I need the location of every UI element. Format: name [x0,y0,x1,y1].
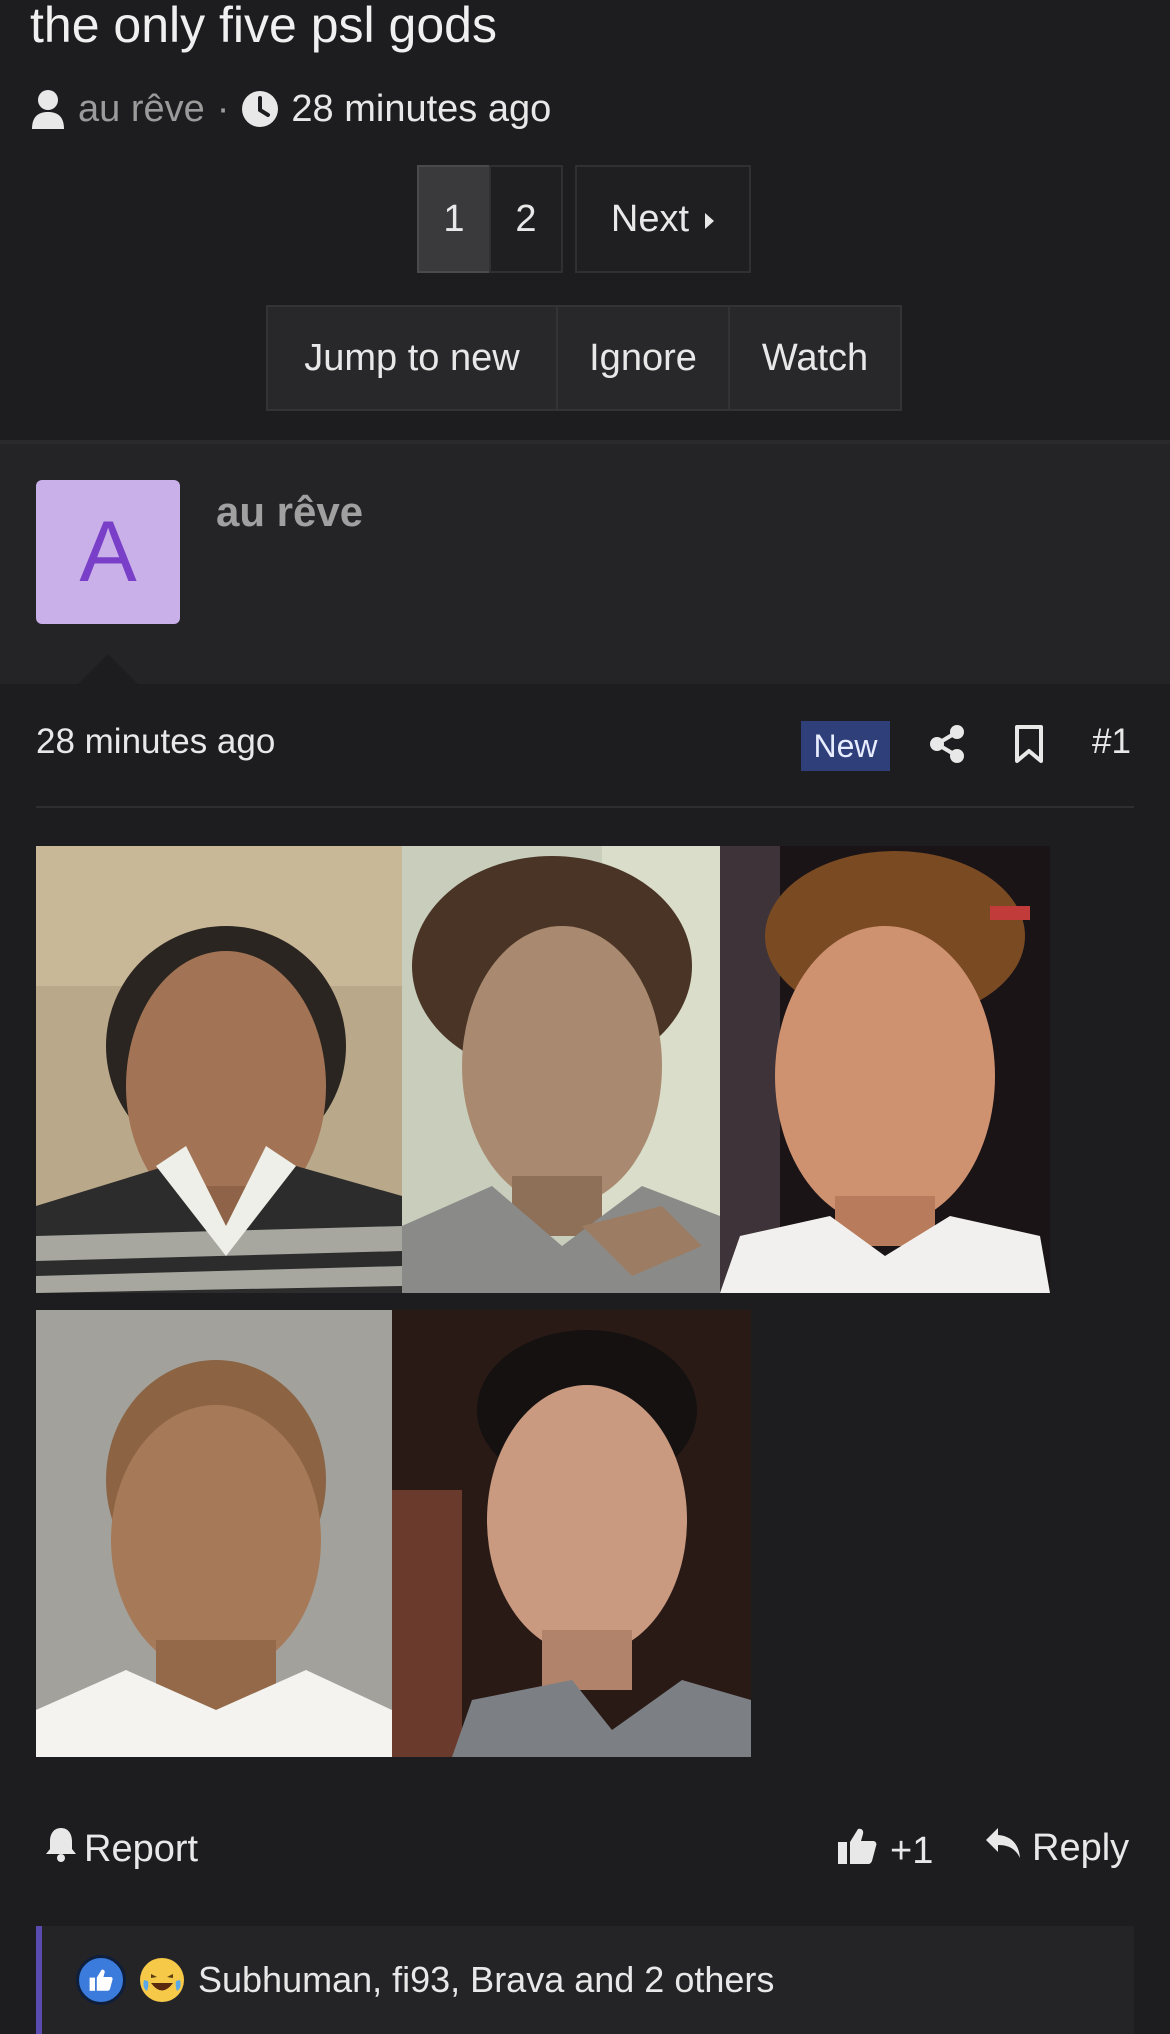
post-number-link[interactable]: #1 [1092,722,1131,762]
like-count: +1 [890,1829,934,1872]
laugh-reaction-icon [140,1958,184,2002]
report-button[interactable]: Report [44,1826,198,1872]
share-icon[interactable] [928,724,966,769]
next-label: Next [610,197,690,240]
caret-right-icon [703,198,715,241]
reply-label: Reply [1032,1826,1130,1869]
poster-name[interactable]: au rêve [216,488,363,536]
post-header-rule [36,806,1134,808]
page-2-button[interactable]: 2 [489,165,563,273]
photo-2[interactable] [402,846,720,1293]
thread-meta: au rêve · 28 minutes ago [30,84,551,134]
thread-time[interactable]: 28 minutes ago [291,88,551,131]
photo-4[interactable] [36,1310,392,1757]
like-button[interactable]: +1 [836,1826,933,1876]
pagination: 1 2 Next [417,165,751,273]
bookmark-icon[interactable] [1013,724,1045,769]
clock-icon [241,90,279,128]
photo-1[interactable] [36,846,402,1293]
thumbs-up-icon [836,1826,878,1876]
reply-icon [984,1826,1022,1870]
thread-action-bar: Jump to new Ignore Watch [266,305,902,411]
user-header-pointer [78,654,138,684]
page-1-button[interactable]: 1 [417,165,491,273]
like-reaction-icon [76,1955,126,2005]
avatar[interactable]: A [36,480,180,624]
next-page-button[interactable]: Next [575,165,751,273]
jump-to-new-button[interactable]: Jump to new [266,305,558,411]
reactions-bar[interactable]: Subhuman, fi93, Brava and 2 others [36,1926,1134,2034]
bell-icon [44,1826,78,1872]
thread-title: the only five psl gods [30,0,497,53]
photo-5[interactable] [392,1310,751,1757]
reactions-text: Subhuman, fi93, Brava and 2 others [198,1959,775,2000]
meta-separator: · [216,87,230,130]
watch-button[interactable]: Watch [728,305,902,411]
photo-3[interactable] [720,846,1050,1293]
new-badge: New [801,721,890,771]
post-time[interactable]: 28 minutes ago [36,722,275,762]
user-icon [30,89,66,129]
thread-author-link[interactable]: au rêve [78,88,205,131]
reply-button[interactable]: Reply [984,1826,1129,1870]
ignore-button[interactable]: Ignore [556,305,730,411]
report-label: Report [84,1827,199,1870]
